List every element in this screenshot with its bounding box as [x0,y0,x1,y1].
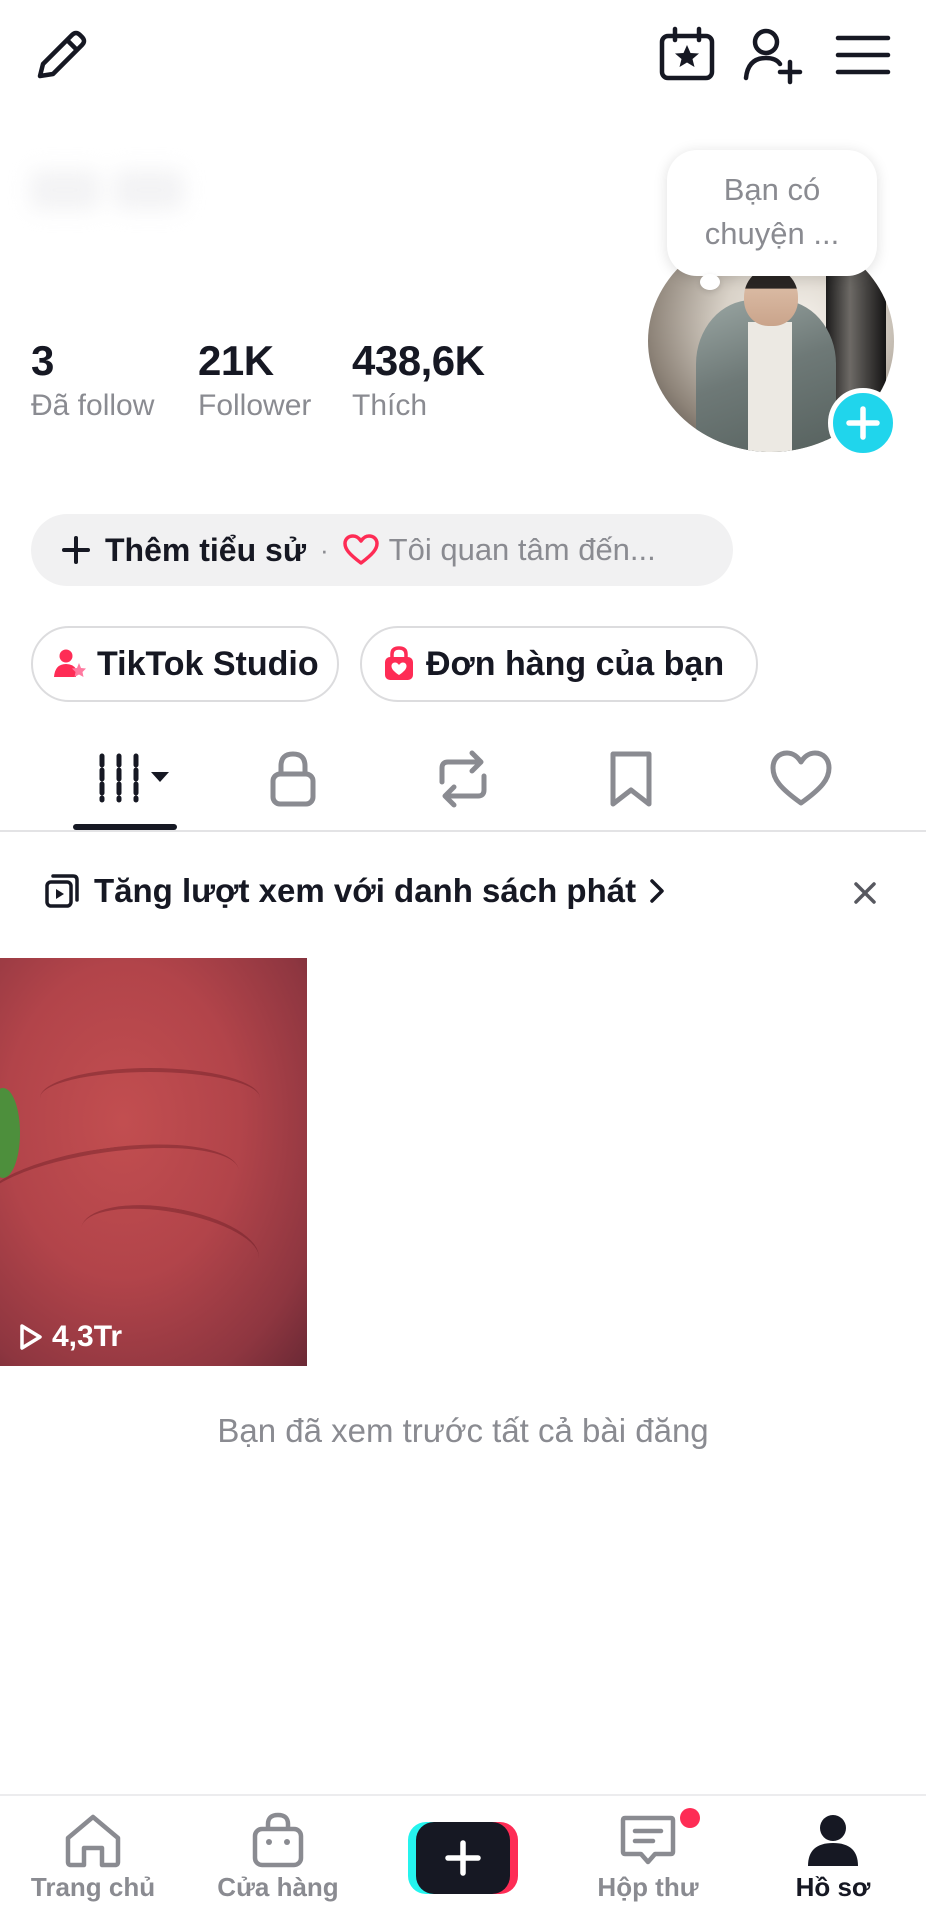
bottom-nav-divider [0,1794,926,1796]
bookmark-icon [610,751,652,807]
nav-inbox-label: Hộp thư [597,1872,699,1902]
tab-liked[interactable] [768,748,834,810]
nav-home[interactable]: Trang chủ [8,1812,178,1903]
tab-private[interactable] [260,748,326,810]
repost-icon [439,750,487,808]
close-icon[interactable] [850,878,880,908]
stat-followers-label: Follower [198,389,312,422]
menu-icon[interactable] [832,24,894,86]
plus-icon [61,535,91,565]
calendar-star-icon[interactable] [656,24,718,86]
video-view-count-text: 4,3Tr [52,1320,123,1353]
interests-label[interactable]: Tôi quan tâm đến... [389,532,656,568]
add-story-plus-icon[interactable] [828,388,898,458]
notification-dot [680,1808,700,1828]
home-icon [65,1814,121,1868]
stat-likes-value: 438,6K [352,337,485,384]
add-friend-icon[interactable] [742,24,804,86]
your-orders-button[interactable]: Đơn hàng của bạn [360,626,758,702]
bio-separator: · [319,534,329,565]
stat-likes[interactable]: 438,6K Thích [352,336,485,426]
add-bio-label[interactable]: Thêm tiểu sử [105,532,306,569]
note-bubble-line2: chuyện ... [704,216,840,251]
note-bubble-tail [700,274,720,290]
tab-videos[interactable] [96,748,176,810]
inbox-icon [620,1815,676,1865]
tab-saved[interactable] [598,748,664,810]
edit-icon[interactable] [30,24,92,86]
shopping-bag-icon [382,646,416,682]
nav-shop[interactable]: Cửa hàng [193,1812,363,1903]
stat-following-label: Đã follow [31,389,155,422]
bio-chip[interactable]: Thêm tiểu sử · Tôi quan tâm đến... [31,514,733,586]
create-button[interactable] [408,1822,518,1894]
stat-following[interactable]: 3 Đã follow [31,336,154,426]
profile-person-icon [808,1815,858,1866]
note-bubble-line1: Bạn có [723,172,821,207]
tiktok-studio-label: TikTok Studio [97,644,319,683]
your-orders-label: Đơn hàng của bạn [426,644,725,683]
shopping-bag-icon [252,1812,304,1868]
feed-end-message: Bạn đã xem trước tất cả bài đăng [217,1412,709,1449]
stat-followers-value: 21K [198,337,274,384]
stat-likes-label: Thích [352,389,428,422]
stat-followers[interactable]: 21K Follower [198,336,311,426]
nav-inbox[interactable]: Hộp thư [563,1812,733,1903]
video-view-count: 4,3Tr [18,1320,122,1354]
note-bubble[interactable]: Bạn có chuyện ... [667,150,877,276]
video-thumbnail[interactable]: 4,3Tr [0,958,307,1366]
nav-shop-label: Cửa hàng [217,1872,339,1902]
videos-grid-icon [99,753,169,803]
nav-profile-label: Hồ sơ [795,1872,871,1902]
tab-reposts[interactable] [430,748,496,810]
playlist-prompt-text: Tăng lượt xem với danh sách phát [94,872,637,909]
heart-outline-icon [342,534,379,566]
nav-home-label: Trang chủ [30,1872,156,1902]
studio-person-icon [53,647,87,681]
tiktok-studio-button[interactable]: TikTok Studio [31,626,339,702]
playlist-prompt[interactable]: Tăng lượt xem với danh sách phát [44,872,666,910]
chevron-right-icon [648,876,666,906]
play-icon [18,1322,44,1352]
heart-icon [770,750,832,806]
plus-icon [445,1840,481,1876]
stat-following-value: 3 [31,337,54,384]
profile-name-blurred [30,170,200,230]
lock-icon [270,751,316,807]
playlist-icon [44,873,80,909]
tabs-divider [0,830,926,832]
nav-profile[interactable]: Hồ sơ [748,1812,918,1903]
